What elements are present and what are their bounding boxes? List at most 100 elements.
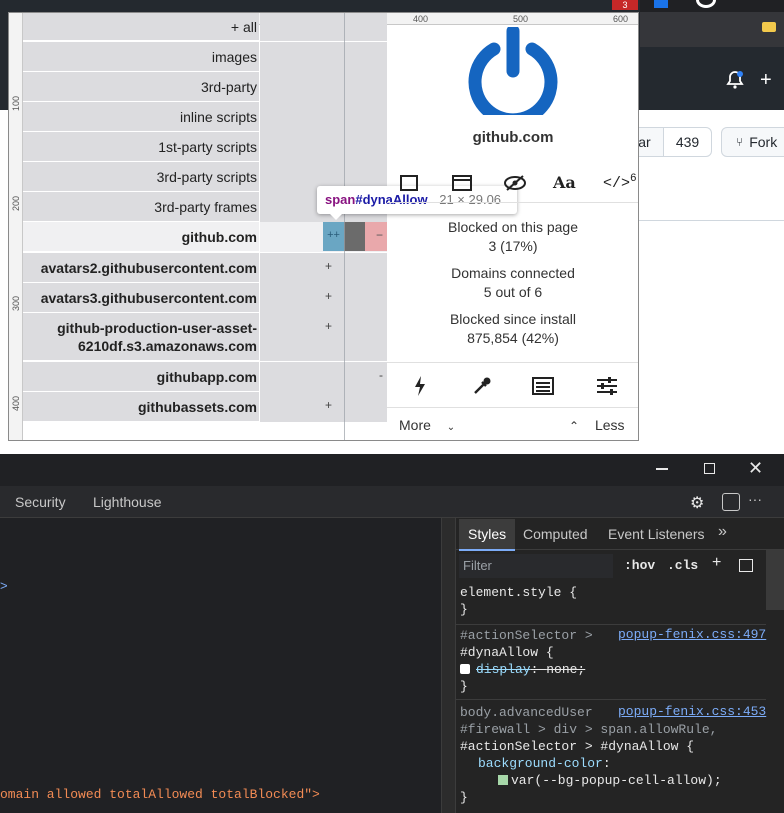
firewall-row-name-line2: 6210df.s3.amazonaws.com: [78, 337, 257, 354]
bell-icon[interactable]: [726, 70, 744, 90]
cls-toggle[interactable]: .cls: [667, 558, 698, 573]
firewall-row[interactable]: inline scripts: [23, 102, 387, 133]
firewall-row-name: avatars3.githubusercontent.com: [23, 283, 259, 313]
styles-tabbar: Styles Computed Event Listeners »: [456, 518, 784, 551]
dyna-allow-button[interactable]: ++: [323, 222, 344, 251]
ruler-label: 200: [11, 195, 21, 211]
folder-icon[interactable]: [762, 22, 776, 32]
firewall-global-cell[interactable]: +: [323, 392, 387, 423]
firewall-row[interactable]: 1st-party scripts: [23, 132, 387, 163]
filter-input[interactable]: Filter: [459, 554, 613, 578]
star-count[interactable]: 439: [663, 127, 712, 157]
extension-blue-icon[interactable]: [654, 0, 668, 8]
firewall-global-cell[interactable]: -: [323, 362, 387, 393]
less-button[interactable]: ⌃ Less: [569, 417, 638, 437]
firewall-local-cell[interactable]: [260, 72, 323, 103]
feedback-icon[interactable]: [722, 493, 740, 511]
close-icon[interactable]: ✕: [748, 458, 764, 478]
power-switch-button[interactable]: [466, 24, 560, 127]
stat-label-blocked-install: Blocked since install: [449, 311, 577, 327]
chevron-up-icon: ⌃: [569, 419, 580, 433]
tab-computed[interactable]: Computed: [523, 526, 588, 542]
hostname: github.com: [472, 129, 554, 146]
firewall-row[interactable]: githubassets.com +: [23, 392, 387, 423]
new-rule-plus-icon[interactable]: +: [712, 554, 721, 572]
dyna-noop-button[interactable]: [344, 222, 365, 251]
firewall-local-cell[interactable]: [260, 253, 323, 284]
firewall-global-cell[interactable]: +: [323, 283, 387, 314]
firewall-row[interactable]: github-production-user-asset- 6210df.s3.…: [23, 313, 387, 362]
dyna-allow-label: ++: [327, 229, 340, 241]
firewall-global-cell[interactable]: [323, 72, 387, 103]
no-popups-icon[interactable]: [399, 173, 419, 193]
firewall-row[interactable]: images: [23, 42, 387, 73]
declaration-property[interactable]: background-color: [478, 756, 603, 771]
tab-security[interactable]: Security: [15, 494, 66, 510]
more-button[interactable]: More ⌄: [399, 417, 469, 437]
firewall-row[interactable]: avatars2.githubusercontent.com +: [23, 253, 387, 284]
firewall-row[interactable]: avatars3.githubusercontent.com +: [23, 283, 387, 314]
firewall-row-current-host[interactable]: github.com ++ −: [23, 222, 387, 253]
panel-scrollbar[interactable]: [441, 518, 455, 813]
settings-sliders-icon[interactable]: [596, 377, 618, 395]
declaration-value[interactable]: var(--bg-popup-cell-allow);: [511, 773, 722, 788]
more-options-icon[interactable]: ···: [748, 491, 772, 511]
fork-label: Fork: [749, 134, 778, 150]
no-remote-fonts-icon[interactable]: Aa: [553, 173, 577, 193]
firewall-local-cell[interactable]: [260, 162, 323, 193]
panel-tools-row: [387, 362, 638, 408]
expand-arrow-icon[interactable]: >: [0, 578, 8, 593]
firewall-local-cell[interactable]: [260, 362, 323, 393]
firewall-local-cell[interactable]: [260, 313, 323, 362]
plus-icon[interactable]: +: [760, 70, 784, 90]
action-selector[interactable]: ++ −: [323, 222, 387, 253]
declaration-value[interactable]: none;: [546, 662, 585, 677]
dom-attribute-line: omain allowed totalAllowed totalBlocked"…: [0, 787, 320, 802]
firewall-row[interactable]: + all: [23, 13, 387, 42]
declaration-checkbox[interactable]: [460, 664, 470, 674]
declaration-property[interactable]: display: [476, 662, 531, 677]
allow-mark: +: [325, 289, 333, 303]
devtools-tabs: Security Lighthouse ⚙ ···: [0, 486, 784, 518]
firewall-row-name: 3rd-party frames: [23, 192, 259, 222]
source-link-453[interactable]: popup-fenix.css:453: [618, 704, 766, 719]
firewall-local-cell[interactable]: [260, 283, 323, 314]
no-scripting-icon[interactable]: </>6: [603, 173, 637, 193]
firewall-local-cell[interactable]: [260, 42, 323, 73]
no-cosmetic-icon[interactable]: [503, 173, 529, 193]
firewall-row[interactable]: githubapp.com -: [23, 362, 387, 393]
color-swatch[interactable]: [498, 775, 508, 785]
firewall-global-cell[interactable]: +: [323, 253, 387, 284]
firewall-row[interactable]: 3rd-party: [23, 72, 387, 103]
firewall-global-cell[interactable]: [323, 42, 387, 73]
tab-lighthouse[interactable]: Lighthouse: [93, 494, 162, 510]
firewall-global-cell[interactable]: [323, 102, 387, 133]
lightning-icon[interactable]: [413, 375, 427, 397]
tab-styles[interactable]: Styles: [459, 519, 516, 551]
maximize-icon[interactable]: [704, 463, 715, 474]
dyna-block-label: −: [375, 228, 383, 242]
firewall-global-cell[interactable]: [323, 13, 387, 42]
firewall-global-cell[interactable]: [323, 132, 387, 163]
firewall-local-cell[interactable]: [260, 13, 323, 42]
tab-event-listeners[interactable]: Event Listeners: [608, 526, 705, 542]
firewall-local-cell[interactable]: [260, 132, 323, 163]
dyna-block-button[interactable]: −: [365, 222, 387, 251]
logger-icon[interactable]: [532, 377, 554, 395]
firewall-local-cell[interactable]: [260, 222, 323, 253]
fork-button[interactable]: ⑂ Fork: [721, 127, 784, 157]
gear-icon[interactable]: ⚙: [690, 493, 708, 512]
hov-toggle[interactable]: :hov: [624, 558, 655, 573]
block-mark: -: [379, 368, 383, 382]
firewall-global-cell[interactable]: +: [323, 313, 387, 362]
minimize-icon[interactable]: [656, 468, 668, 470]
firewall-local-cell[interactable]: [260, 192, 323, 223]
firewall-local-cell[interactable]: [260, 392, 323, 423]
styles-scrollbar[interactable]: [766, 550, 784, 610]
more-tabs-icon[interactable]: »: [718, 523, 727, 541]
toggle-sidebar-icon[interactable]: [739, 559, 753, 572]
source-link-497[interactable]: popup-fenix.css:497: [618, 627, 766, 642]
firewall-local-cell[interactable]: [260, 102, 323, 133]
no-media-icon[interactable]: [451, 173, 473, 193]
eyedropper-icon[interactable]: [471, 375, 493, 397]
